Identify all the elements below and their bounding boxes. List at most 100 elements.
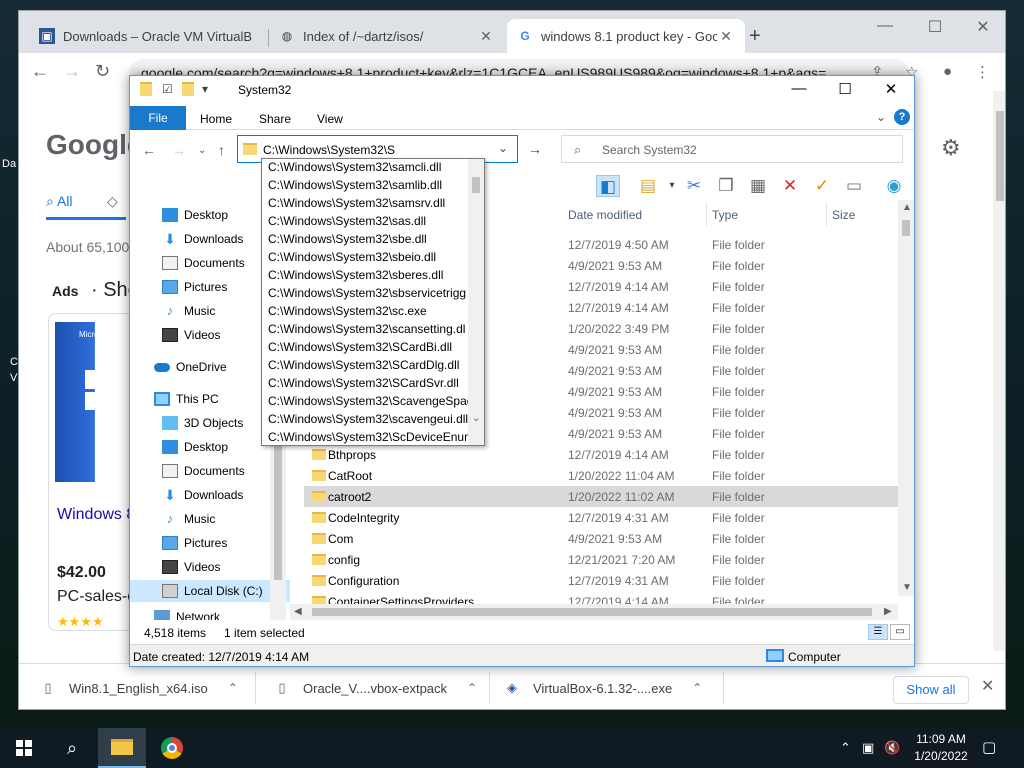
up-arrow-icon[interactable]: ↑: [218, 142, 225, 158]
chevron-down-icon[interactable]: ⌄: [498, 141, 508, 155]
close-icon[interactable]: ✕: [868, 80, 914, 98]
rename-icon[interactable]: ▭: [842, 175, 866, 197]
autocomplete-suggestion[interactable]: C:\Windows\System32\sbe.dll: [268, 232, 468, 250]
autocomplete-suggestion[interactable]: C:\Windows\System32\ScDeviceEnum: [268, 430, 468, 445]
maximize-icon[interactable]: ☐: [822, 80, 868, 98]
scroll-up-arrow-icon[interactable]: ▲: [902, 202, 912, 213]
autocomplete-suggestion[interactable]: C:\Windows\System32\ScavengeSpac: [268, 394, 468, 412]
scroll-right-arrow-icon[interactable]: ▶: [884, 606, 892, 617]
volume-muted-icon[interactable]: 🔇: [884, 740, 900, 756]
cut-scissors-icon[interactable]: ✂: [682, 175, 706, 197]
autocomplete-suggestion[interactable]: C:\Windows\System32\sc.exe: [268, 304, 468, 322]
globe-icon[interactable]: ◉: [882, 175, 906, 197]
tab-google-search[interactable]: G windows 8.1 product key - Goog ✕: [507, 19, 745, 53]
new-folder-icon[interactable]: ▤: [636, 175, 660, 197]
settings-gear-icon[interactable]: ⚙: [941, 135, 961, 161]
profile-avatar-icon[interactable]: ●: [943, 63, 952, 80]
column-divider[interactable]: [706, 202, 707, 226]
search-taskbar-button[interactable]: ⌕: [48, 728, 96, 768]
table-row[interactable]: Configuration 12/7/2019 4:31 AM File folde…: [304, 570, 898, 591]
tray-chevron-up-icon[interactable]: ⌃: [840, 740, 851, 756]
new-folder-icon[interactable]: [182, 82, 194, 96]
tab-virtualbox-downloads[interactable]: ▣ Downloads – Oracle VM VirtualB: [29, 19, 267, 53]
autocomplete-suggestion[interactable]: C:\Windows\System32\samsrv.dll: [268, 196, 468, 214]
maximize-icon[interactable]: ☐: [915, 17, 955, 37]
autocomplete-suggestion[interactable]: C:\Windows\System32\scavengeui.dll: [268, 412, 468, 430]
ribbon-tab-share[interactable]: Share: [259, 112, 291, 126]
page-scrollbar[interactable]: [993, 91, 1005, 651]
checkmark-icon[interactable]: ✓: [810, 175, 834, 197]
table-row[interactable]: Com 4/9/2021 9:53 AM File folder: [304, 528, 898, 549]
details-view-icon[interactable]: ☰: [868, 624, 888, 640]
chevron-up-icon[interactable]: ⌃: [467, 681, 477, 695]
nav-item-pictures[interactable]: Pictures: [130, 532, 290, 554]
help-icon[interactable]: ?: [894, 109, 910, 125]
table-row[interactable]: CodeIntegrity 12/7/2019 4:31 AM File folde…: [304, 507, 898, 528]
recent-locations-chevron-icon[interactable]: ⌄: [198, 145, 206, 156]
start-button[interactable]: [0, 728, 48, 768]
taskbar-file-explorer[interactable]: [98, 728, 146, 768]
preview-pane-icon[interactable]: ◧: [596, 175, 620, 197]
autocomplete-suggestion[interactable]: C:\Windows\System32\SCardDlg.dll: [268, 358, 468, 376]
taskbar-chrome[interactable]: [148, 728, 196, 768]
download-item[interactable]: ▯ Win8.1_English_x64.iso ⌃: [41, 674, 237, 702]
scroll-down-arrow-icon[interactable]: ⌄: [472, 413, 480, 424]
table-row[interactable]: catroot2 1/20/2022 11:02 AM File folder: [304, 486, 898, 507]
scrollbar-thumb[interactable]: [902, 220, 910, 236]
autocomplete-suggestion[interactable]: C:\Windows\System32\samcli.dll: [268, 160, 468, 178]
nav-item-downloads[interactable]: ⬇ Downloads: [130, 484, 290, 506]
network-tray-icon[interactable]: ▣: [862, 740, 874, 756]
minimize-icon[interactable]: —: [776, 80, 822, 97]
autocomplete-suggestion[interactable]: C:\Windows\System32\scansetting.dl: [268, 322, 468, 340]
column-header-size[interactable]: Size: [832, 208, 855, 222]
new-tab-button[interactable]: +: [749, 25, 761, 48]
autocomplete-suggestion[interactable]: C:\Windows\System32\sbservicetrigg: [268, 286, 468, 304]
download-item[interactable]: ◈ VirtualBox-6.1.32-....exe ⌃: [505, 674, 702, 702]
close-download-shelf-icon[interactable]: ✕: [981, 676, 994, 696]
dropdown-arrow-icon[interactable]: ▾: [660, 175, 684, 197]
show-all-downloads-button[interactable]: Show all: [893, 676, 969, 704]
forward-arrow-icon[interactable]: →: [63, 61, 81, 82]
quick-access-dropdown-icon[interactable]: ▾: [202, 82, 208, 96]
table-row[interactable]: config 12/21/2021 7:20 AM File folder: [304, 549, 898, 570]
autocomplete-suggestion[interactable]: C:\Windows\System32\samlib.dll: [268, 178, 468, 196]
column-header-date-modified[interactable]: Date modified: [568, 208, 642, 222]
properties-checkbox-icon[interactable]: ☑: [162, 82, 173, 96]
download-item[interactable]: ▯ Oracle_V....vbox-extpack ⌃: [275, 674, 477, 702]
paste-clipboard-icon[interactable]: ▦: [746, 175, 770, 197]
close-icon[interactable]: ✕: [963, 17, 1003, 37]
column-header-type[interactable]: Type: [712, 208, 738, 222]
delete-x-icon[interactable]: ✕: [778, 175, 802, 197]
ribbon-tab-view[interactable]: View: [317, 112, 343, 126]
search-input[interactable]: ⌕ Search System32: [561, 135, 903, 163]
tab-close-icon[interactable]: ✕: [477, 28, 495, 45]
scrollbar-thumb[interactable]: [312, 608, 872, 616]
ribbon-tab-file[interactable]: File: [130, 106, 186, 130]
file-list-vertical-scrollbar[interactable]: ▲ ▼: [898, 200, 914, 596]
nav-item-network[interactable]: Network: [130, 606, 290, 620]
large-icons-view-icon[interactable]: ▭: [890, 624, 910, 640]
nav-item-music[interactable]: ♪ Music: [130, 508, 290, 530]
back-arrow-icon[interactable]: ←: [31, 61, 49, 82]
search-tab-shopping-tag-icon[interactable]: ◇: [107, 193, 118, 210]
notification-center-icon[interactable]: ▢: [982, 738, 996, 756]
scrollbar-thumb[interactable]: [996, 111, 1004, 201]
autocomplete-suggestion[interactable]: C:\Windows\System32\sberes.dll: [268, 268, 468, 286]
column-divider[interactable]: [826, 202, 827, 226]
tab-close-icon[interactable]: ✕: [717, 28, 735, 45]
scroll-down-arrow-icon[interactable]: ▼: [902, 582, 912, 593]
reload-icon[interactable]: ↻: [95, 61, 110, 82]
autocomplete-suggestion[interactable]: C:\Windows\System32\SCardSvr.dll: [268, 376, 468, 394]
scroll-left-arrow-icon[interactable]: ◀: [294, 606, 302, 617]
menu-kebab-icon[interactable]: ⋮: [975, 63, 990, 81]
expand-ribbon-chevron-icon[interactable]: ⌄: [876, 110, 886, 124]
ribbon-tab-home[interactable]: Home: [200, 112, 232, 126]
system-clock[interactable]: 11:09 AM 1/20/2022: [906, 731, 976, 765]
file-list-horizontal-scrollbar[interactable]: ◀ ▶: [290, 604, 898, 620]
chevron-up-icon[interactable]: ⌃: [692, 681, 702, 695]
back-arrow-icon[interactable]: ←: [142, 142, 156, 158]
copy-icon[interactable]: ❐: [714, 175, 738, 197]
google-logo[interactable]: Google: [46, 129, 142, 161]
table-row[interactable]: CatRoot 1/20/2022 11:04 AM File folder: [304, 465, 898, 486]
nav-item-local-disk[interactable]: Local Disk (C:): [130, 580, 290, 602]
